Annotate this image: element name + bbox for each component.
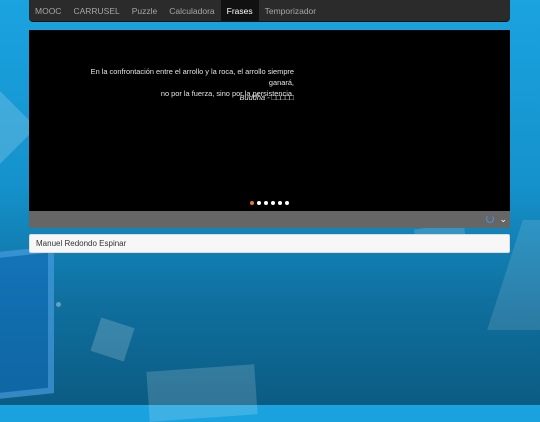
quote-carousel: En la confrontación entre el arrollo y l… — [29, 30, 510, 211]
background-shape — [146, 364, 258, 422]
nav-item-temporizador[interactable]: Temporizador — [259, 0, 323, 21]
nav-item-carrusel[interactable]: CARRUSEL — [67, 0, 125, 21]
background-shape — [56, 302, 61, 307]
chevron-down-icon[interactable]: ⌄ — [499, 213, 507, 225]
quote-author: Buddha - □□□□□ — [239, 93, 294, 102]
nav-item-calculadora[interactable]: Calculadora — [163, 0, 220, 21]
carousel-indicator[interactable] — [285, 201, 289, 205]
nav-item-frases[interactable]: Frases — [220, 0, 259, 21]
nav-item-puzzle[interactable]: Puzzle — [126, 0, 164, 21]
background-shape — [90, 317, 135, 362]
quote-line: En la confrontación entre el arrollo y l… — [90, 67, 294, 87]
author-name: Manuel Redondo Espinar — [36, 239, 127, 248]
carousel-indicators — [29, 201, 510, 205]
nav-item-mooc[interactable]: MOOC — [29, 0, 67, 21]
carousel-indicator[interactable] — [250, 201, 254, 205]
carousel-control-bar: ⌄ — [29, 211, 510, 228]
carousel-indicator[interactable] — [271, 201, 275, 205]
spinner-icon — [486, 215, 494, 223]
carousel-indicator[interactable] — [257, 201, 261, 205]
author-footer: Manuel Redondo Espinar — [29, 234, 510, 253]
top-navbar: MOOC CARRUSEL Puzzle Calculadora Frases … — [29, 0, 510, 22]
background-shape — [0, 246, 54, 401]
carousel-indicator[interactable] — [264, 201, 268, 205]
carousel-indicator[interactable] — [278, 201, 282, 205]
